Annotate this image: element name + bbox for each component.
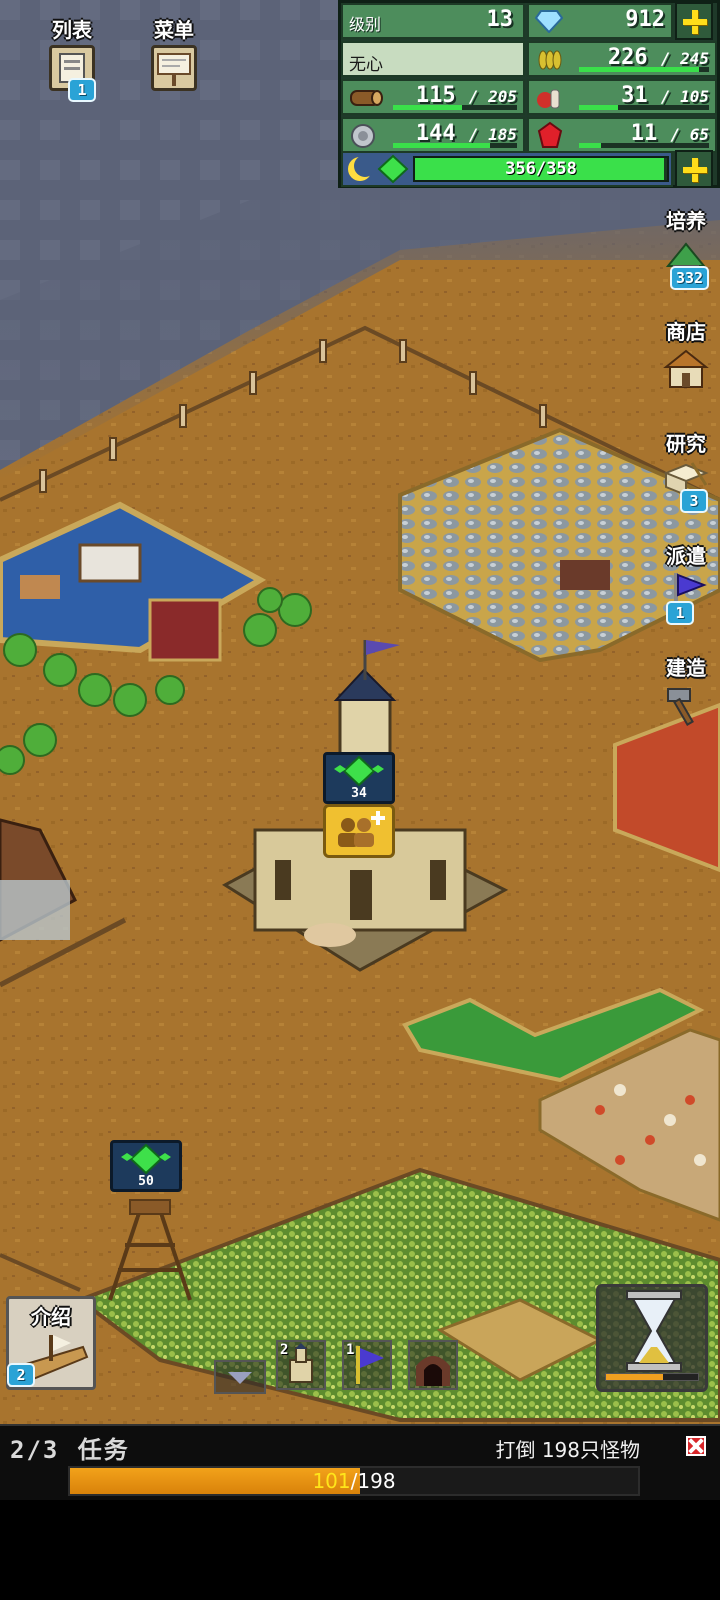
intro-button[interactable]: 介绍 2 <box>6 1296 96 1390</box>
ore-cell: 144 / 185 <box>341 117 525 153</box>
mission-close-icon[interactable] <box>686 1436 706 1456</box>
research-label: 研究 <box>666 432 706 456</box>
mission-header: 2/3 任务 <box>10 1430 130 1465</box>
flag-slot[interactable]: 1 <box>342 1340 392 1390</box>
wood-cell: 115 / 205 <box>341 79 525 115</box>
add-gems-button[interactable] <box>675 2 713 40</box>
mission-progress-current: 101 <box>312 1469 351 1493</box>
mission-goal: 打倒 198只怪物 <box>495 1438 640 1462</box>
flag-slot-count: 1 <box>346 1342 355 1358</box>
ruby-bar <box>579 143 709 148</box>
game-map[interactable] <box>0 0 720 1500</box>
town-hall-gem-marker[interactable]: 34 <box>323 752 395 804</box>
ruby-cell: 11 / 65 <box>527 117 717 153</box>
food-cell: 226 / 245 <box>527 41 717 77</box>
build-button[interactable]: 建造 <box>658 652 714 727</box>
town-hall-gem-count: 34 <box>351 786 367 801</box>
food-max: 245 <box>680 49 709 68</box>
produce-icon <box>537 89 560 109</box>
intro-label: 介绍 <box>31 1305 71 1329</box>
recruit-people-icon <box>338 811 385 847</box>
build-label: 建造 <box>666 656 706 680</box>
flag-icon: 1 <box>662 571 710 625</box>
green-gem-icon <box>377 154 409 184</box>
ore-max: 185 <box>488 125 517 144</box>
level-label: 级别 <box>349 15 382 34</box>
mission-progress-text: 101/198 <box>70 1469 638 1493</box>
list-button[interactable]: 列表 1 <box>42 14 102 102</box>
menu-label: 菜单 <box>154 18 194 42</box>
ore-icon <box>351 124 375 148</box>
shop-icon <box>662 347 710 391</box>
list-label: 列表 <box>52 18 92 42</box>
status-panel: 级别 13 912 无心 226 / 245 115 / 205 31 / 10… <box>338 0 720 188</box>
crops-max: 105 <box>680 87 709 106</box>
train-badge: 332 <box>670 266 710 290</box>
green-gem-icon <box>121 1143 171 1175</box>
wood-max: 205 <box>488 87 517 106</box>
ore-bar <box>393 143 517 148</box>
crops-cell: 31 / 105 <box>527 79 717 115</box>
grain-icon <box>538 50 562 70</box>
list-badge: 1 <box>68 78 96 102</box>
train-icon: 332 <box>662 236 710 290</box>
diamond-icon <box>535 10 563 33</box>
wood-bar <box>393 105 517 110</box>
level-value: 13 <box>486 7 514 32</box>
signboard-icon <box>151 45 197 91</box>
train-label: 培养 <box>666 209 706 233</box>
name-cell: 无心 <box>341 41 525 77</box>
dispatch-badge: 1 <box>666 601 694 625</box>
recruit-bubble[interactable] <box>323 804 395 858</box>
dispatch-label: 派遣 <box>666 544 706 568</box>
mission-progress-bar: 101/198 <box>68 1466 640 1496</box>
train-button[interactable]: 培养 332 <box>658 205 714 290</box>
energy-max: 358 <box>546 159 577 179</box>
speed-up-hourglass-button[interactable] <box>596 1284 708 1392</box>
collapse-button[interactable] <box>214 1360 266 1394</box>
mission-label: 任务 <box>77 1436 130 1464</box>
building-slot[interactable]: 2 <box>276 1340 326 1390</box>
speed-up-bar <box>605 1373 699 1381</box>
moon-icon <box>348 155 375 181</box>
menu-button[interactable]: 菜单 <box>144 14 204 91</box>
mission-progress-total: 198 <box>357 1469 396 1493</box>
mission-bar[interactable]: 2/3 任务 打倒 198只怪物 101/198 <box>0 1424 720 1500</box>
energy-value: 356 <box>505 159 536 179</box>
gem-value: 912 <box>625 7 665 32</box>
building-slot-count: 2 <box>280 1342 289 1358</box>
intro-badge: 2 <box>7 1363 35 1387</box>
green-gem-icon <box>334 755 384 787</box>
research-book-icon: 3 <box>662 459 710 513</box>
research-badge: 3 <box>680 489 708 513</box>
list-icon: 1 <box>49 45 96 102</box>
research-button[interactable]: 研究 3 <box>658 428 714 513</box>
hammer-icon <box>662 683 710 727</box>
hourglass-icon <box>626 1290 682 1372</box>
add-energy-button[interactable] <box>675 150 713 188</box>
tower-gem-marker[interactable]: 50 <box>110 1140 182 1192</box>
ruby-max: 65 <box>689 125 709 144</box>
shop-label: 商店 <box>666 320 706 344</box>
player-name: 无心 <box>349 55 383 75</box>
crops-bar <box>579 105 709 110</box>
food-bar <box>579 67 709 72</box>
shop-button[interactable]: 商店 <box>658 316 714 391</box>
dispatch-button[interactable]: 派遣 1 <box>658 540 714 625</box>
cave-icon <box>416 1356 450 1386</box>
level-cell: 级别 13 <box>341 3 525 39</box>
ruby-icon <box>537 121 563 148</box>
energy-cell: 356/358 <box>341 151 673 187</box>
cave-slot[interactable] <box>408 1340 458 1390</box>
log-icon <box>350 90 383 106</box>
chevron-down-icon <box>228 1372 252 1384</box>
mission-count: 2/3 <box>10 1436 60 1464</box>
tower-gem-count: 50 <box>138 1174 154 1189</box>
energy-bar: 356/358 <box>413 156 669 182</box>
gem-cell: 912 <box>527 3 673 39</box>
